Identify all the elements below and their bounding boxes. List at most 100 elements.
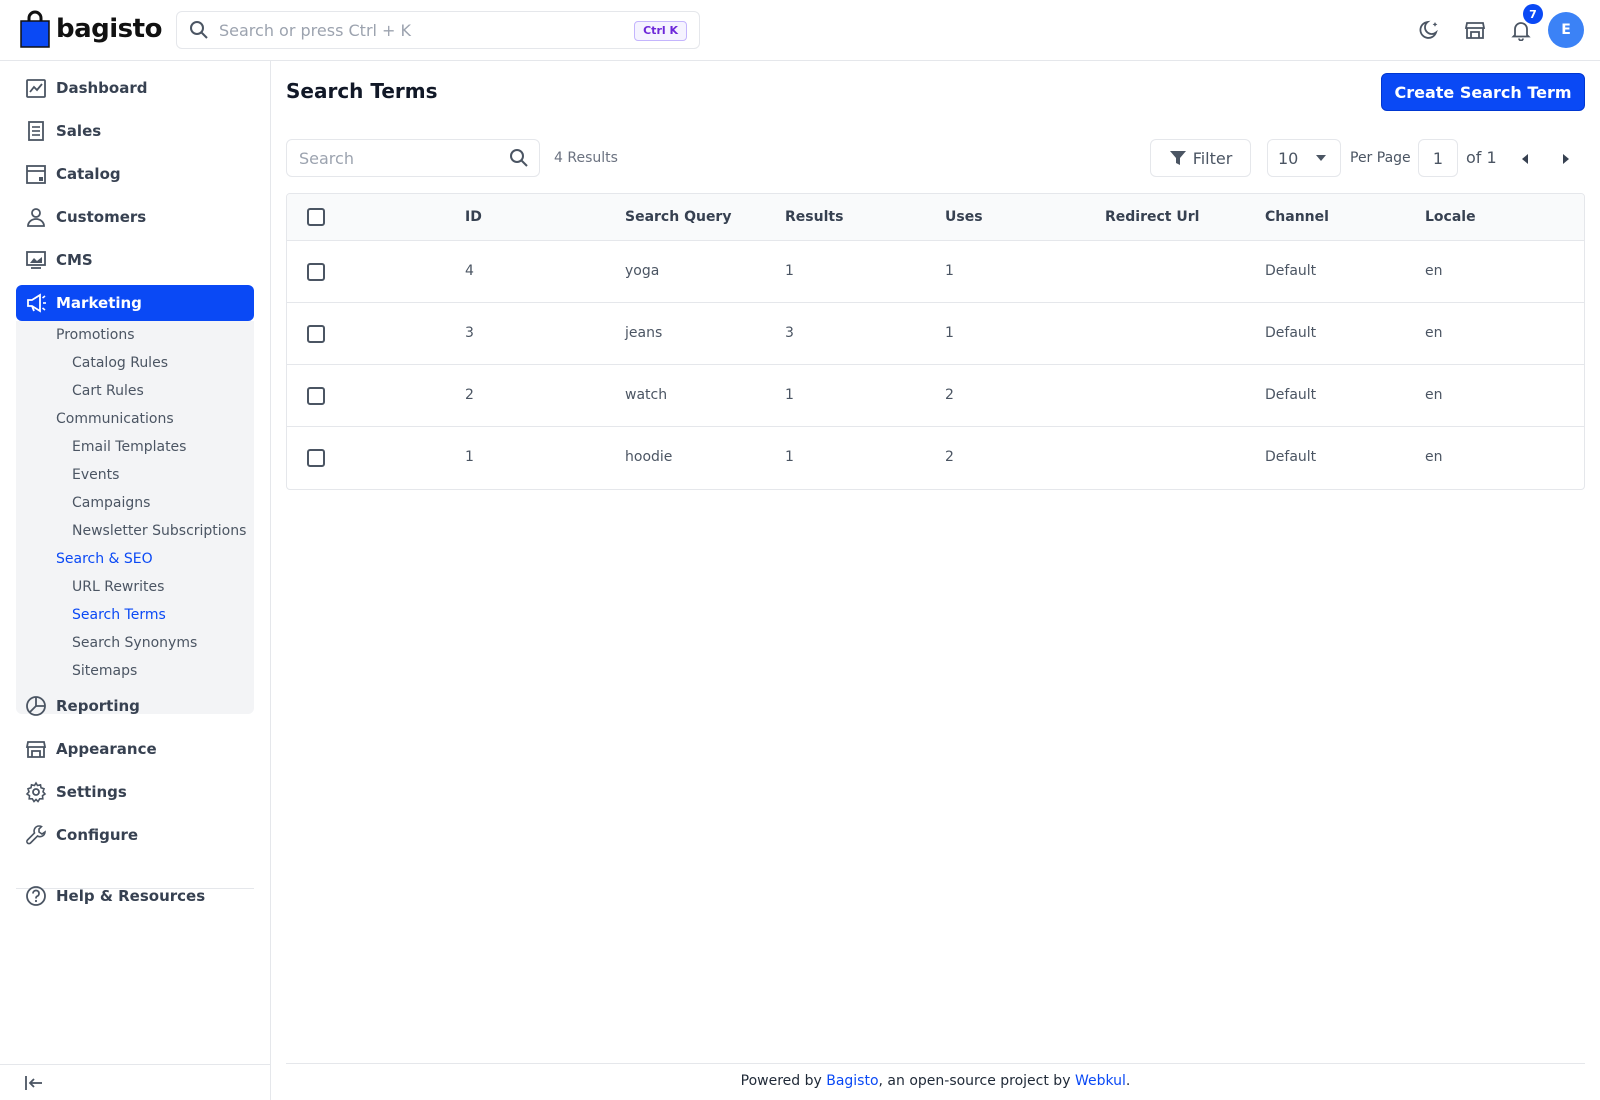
per-page-select[interactable]: 10 (1267, 139, 1341, 177)
footer-divider (286, 1063, 1585, 1064)
sidebar-item-help[interactable]: Help & Resources (16, 878, 254, 914)
column-header-redirect-url[interactable]: Redirect Url (1105, 209, 1199, 225)
webkul-link[interactable]: Webkul (1075, 1073, 1126, 1089)
cell-results: 1 (785, 449, 794, 465)
row-checkbox[interactable] (307, 449, 325, 467)
table-row[interactable]: 2 watch 1 2 Default en (287, 365, 1584, 427)
cell-channel: Default (1265, 325, 1317, 341)
row-checkbox[interactable] (307, 263, 325, 281)
store-icon (18, 738, 54, 760)
cell-channel: Default (1265, 449, 1317, 465)
table-row[interactable]: 1 hoodie 1 2 Default en (287, 427, 1584, 489)
sidebar-item-configure[interactable]: Configure (16, 817, 254, 853)
brand-logo[interactable]: bagisto (20, 10, 162, 48)
submenu-sitemaps[interactable]: Sitemaps (72, 663, 137, 679)
footer: Powered by Bagisto, an open-source proje… (286, 1073, 1585, 1089)
monitor-icon (18, 249, 54, 271)
page-total: of 1 (1466, 148, 1497, 167)
cell-channel: Default (1265, 387, 1317, 403)
submenu-catalog-rules[interactable]: Catalog Rules (72, 355, 168, 371)
page-title: Search Terms (286, 79, 438, 103)
datagrid-search[interactable] (286, 139, 540, 177)
submenu-search-seo[interactable]: Search & SEO (56, 551, 153, 567)
global-search[interactable]: Ctrl K (176, 11, 700, 49)
dashboard-icon (18, 77, 54, 99)
shortcut-badge: Ctrl K (634, 21, 687, 41)
column-header-id[interactable]: ID (465, 209, 482, 225)
row-checkbox[interactable] (307, 325, 325, 343)
cell-uses: 2 (945, 387, 954, 403)
megaphone-icon (18, 292, 54, 314)
collapse-sidebar-icon[interactable] (24, 1074, 44, 1092)
notification-count-badge: 7 (1523, 4, 1543, 24)
sidebar-item-reporting[interactable]: Reporting (16, 688, 254, 724)
submenu-search-terms[interactable]: Search Terms (72, 607, 166, 623)
sidebar-item-label: Settings (56, 783, 127, 801)
per-page-value: 10 (1278, 148, 1299, 168)
cell-channel: Default (1265, 263, 1317, 279)
next-page-button[interactable] (1559, 152, 1573, 166)
sidebar-item-sales[interactable]: Sales (16, 113, 254, 149)
previous-page-button[interactable] (1518, 152, 1532, 166)
select-all-checkbox[interactable] (307, 208, 325, 226)
submenu-url-rewrites[interactable]: URL Rewrites (72, 579, 164, 595)
column-header-results[interactable]: Results (785, 209, 843, 225)
submenu-email-templates[interactable]: Email Templates (72, 439, 186, 455)
marketing-submenu: Promotions Catalog Rules Cart Rules Comm… (16, 321, 254, 714)
column-header-locale[interactable]: Locale (1425, 209, 1476, 225)
storefront-link[interactable] (1462, 17, 1488, 43)
cell-uses: 2 (945, 449, 954, 465)
submenu-search-synonyms[interactable]: Search Synonyms (72, 635, 197, 651)
submenu-events[interactable]: Events (72, 467, 119, 483)
sidebar-item-label: Help & Resources (56, 887, 206, 905)
cell-results: 1 (785, 263, 794, 279)
per-page-label: Per Page (1350, 150, 1411, 166)
catalog-icon (18, 163, 54, 185)
search-icon (190, 21, 208, 39)
sidebar-item-dashboard[interactable]: Dashboard (16, 70, 254, 106)
column-header-uses[interactable]: Uses (945, 209, 983, 225)
sidebar-item-marketing[interactable]: Marketing (16, 285, 254, 321)
sidebar-item-catalog[interactable]: Catalog (16, 156, 254, 192)
row-checkbox[interactable] (307, 387, 325, 405)
cell-search-query: watch (625, 387, 668, 403)
cell-locale: en (1425, 387, 1443, 403)
sidebar-item-label: Dashboard (56, 79, 148, 97)
dark-mode-toggle[interactable] (1417, 17, 1443, 43)
sidebar-item-settings[interactable]: Settings (16, 774, 254, 810)
search-icon[interactable] (509, 148, 529, 168)
column-header-search-query[interactable]: Search Query (625, 209, 731, 225)
pie-chart-icon (18, 695, 54, 717)
create-search-term-button[interactable]: Create Search Term (1381, 73, 1585, 111)
current-page-input[interactable] (1418, 139, 1458, 177)
filter-button[interactable]: Filter (1150, 139, 1251, 177)
sidebar-item-label: Catalog (56, 165, 121, 183)
caret-down-icon (1316, 155, 1326, 161)
submenu-promotions[interactable]: Promotions (56, 327, 135, 343)
sidebar: Dashboard Sales Catalog Customers CMS Ma… (0, 61, 271, 1100)
cell-uses: 1 (945, 263, 954, 279)
submenu-campaigns[interactable]: Campaigns (72, 495, 150, 511)
gear-icon (18, 781, 54, 803)
submenu-newsletter-subscriptions[interactable]: Newsletter Subscriptions (72, 523, 246, 539)
footer-prefix: Powered by (740, 1073, 827, 1089)
table-row[interactable]: 3 jeans 3 1 Default en (287, 303, 1584, 365)
sidebar-item-cms[interactable]: CMS (16, 242, 254, 278)
sidebar-item-label: Sales (56, 122, 102, 140)
global-search-input[interactable] (177, 12, 699, 48)
cell-id: 4 (465, 263, 474, 279)
submenu-communications[interactable]: Communications (56, 411, 174, 427)
brand-name: bagisto (56, 14, 162, 44)
sidebar-item-appearance[interactable]: Appearance (16, 731, 254, 767)
sidebar-item-customers[interactable]: Customers (16, 199, 254, 235)
results-count: 4 Results (554, 150, 618, 166)
column-header-channel[interactable]: Channel (1265, 209, 1329, 225)
footer-middle: , an open-source project by (878, 1073, 1075, 1089)
user-avatar[interactable]: E (1548, 12, 1584, 48)
bagisto-link[interactable]: Bagisto (826, 1073, 878, 1089)
table-row[interactable]: 4 yoga 1 1 Default en (287, 241, 1584, 303)
footer-suffix: . (1125, 1073, 1131, 1089)
cell-results: 1 (785, 387, 794, 403)
submenu-cart-rules[interactable]: Cart Rules (72, 383, 144, 399)
datagrid-search-input[interactable] (287, 140, 539, 176)
